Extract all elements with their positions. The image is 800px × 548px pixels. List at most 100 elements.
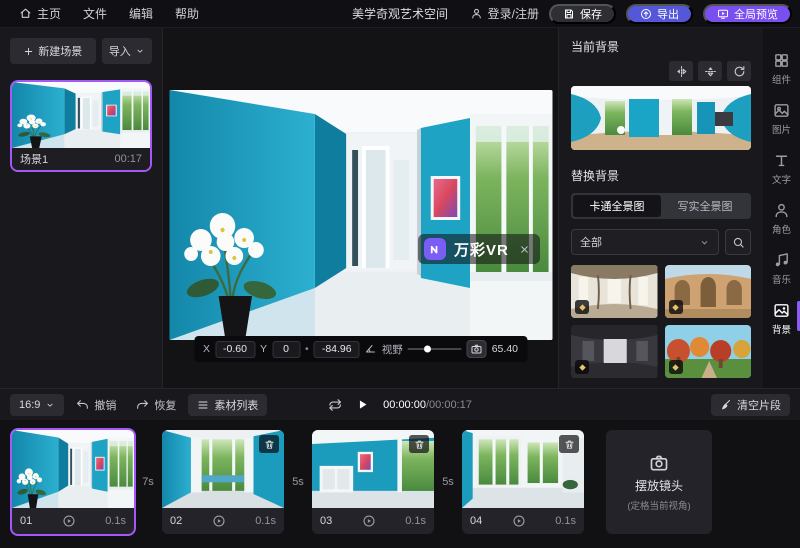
text-icon — [773, 152, 790, 169]
timeline-clip-3[interactable]: 03 0.1s — [312, 430, 434, 534]
place-camera-button[interactable]: 摆放镜头 (定格当前视角) — [606, 430, 712, 534]
chevron-down-icon — [699, 237, 710, 248]
clip-play-icon[interactable] — [212, 514, 226, 528]
clip-number: 04 — [470, 515, 482, 527]
scene-actions: 新建场景 导入 — [10, 38, 152, 64]
scene-card-selected[interactable]: 场景1 00:17 — [10, 80, 152, 172]
background-tabs: 卡通全景图 写实全景图 — [571, 193, 751, 219]
preview-label: 全局预览 — [734, 6, 778, 22]
clip-delete-button[interactable] — [259, 435, 279, 453]
redo-button[interactable]: 恢复 — [128, 394, 184, 416]
panorama-thumbnail-2[interactable] — [665, 265, 752, 318]
clear-clips-button[interactable]: 清空片段 — [711, 394, 790, 416]
slider-thumb[interactable] — [424, 346, 431, 353]
timeline-clip-4[interactable]: 04 0.1s — [462, 430, 584, 534]
time-current: 00:00:00 — [383, 399, 426, 411]
menu-file-label: 文件 — [83, 5, 107, 22]
clip-number: 02 — [170, 515, 182, 527]
sidebar-item-characters[interactable]: 角色 — [763, 194, 800, 244]
sidebar-item-text[interactable]: 文字 — [763, 144, 800, 194]
save-button[interactable]: 保存 — [549, 4, 616, 24]
scene-name: 场景1 — [20, 151, 48, 167]
export-label: 导出 — [657, 6, 679, 22]
undo-button[interactable]: 撤销 — [68, 394, 124, 416]
y-input[interactable] — [272, 341, 300, 358]
rotation-input[interactable] — [314, 341, 360, 358]
sidebar-item-music[interactable]: 音乐 — [763, 244, 800, 294]
timeline-track: 01 0.1s 7s 02 0.1s 5s 03 0.1s 5 — [0, 420, 800, 548]
clip-duration: 0.1s — [555, 515, 576, 527]
place-camera-sublabel: (定格当前视角) — [627, 498, 690, 512]
clip-duration: 0.1s — [405, 515, 426, 527]
search-icon — [732, 236, 745, 249]
menu-file[interactable]: 文件 — [72, 0, 118, 28]
rotate-button[interactable] — [727, 61, 751, 81]
playback-controls: 00:00:00/00:00:17 — [328, 398, 472, 412]
resource-badge — [575, 360, 589, 374]
login-button[interactable]: 登录/注册 — [470, 5, 539, 22]
loop-icon[interactable] — [328, 398, 342, 412]
aspect-ratio-button[interactable]: 16:9 — [10, 394, 64, 416]
panorama-library-grid — [571, 265, 751, 378]
resource-badge — [575, 300, 589, 314]
chevron-down-icon — [45, 400, 55, 410]
fov-slider[interactable] — [408, 340, 462, 358]
new-scene-button[interactable]: 新建场景 — [10, 38, 96, 64]
menu-help[interactable]: 帮助 — [164, 0, 210, 28]
background-icon — [773, 302, 790, 319]
materials-list-button[interactable]: 素材列表 — [188, 394, 267, 416]
wancai-logo-icon — [424, 238, 446, 260]
clip-play-icon[interactable] — [512, 514, 526, 528]
app-window: 主页 文件 编辑 帮助 美学奇观艺术空间 登录/注册 保存 导出 全局预览 — [0, 0, 800, 548]
sidebar-item-components[interactable]: 组件 — [763, 44, 800, 94]
tab-cartoon-panorama[interactable]: 卡通全景图 — [573, 195, 661, 217]
gem-icon — [671, 363, 680, 372]
timeline-clip-1[interactable]: 01 0.1s — [12, 430, 134, 534]
panorama-thumbnail-1[interactable] — [571, 265, 658, 318]
scene-duration: 00:17 — [114, 153, 142, 165]
sidebar-item-background[interactable]: 背景 — [763, 294, 800, 344]
snapshot-camera-button[interactable] — [467, 340, 487, 358]
tab-realistic-panorama[interactable]: 写实全景图 — [661, 195, 749, 217]
global-preview-button[interactable]: 全局预览 — [703, 4, 792, 24]
export-button[interactable]: 导出 — [626, 4, 693, 24]
clip-duration: 0.1s — [255, 515, 276, 527]
scene-thumbnail — [12, 82, 150, 148]
chevron-down-icon — [135, 46, 145, 56]
clip-play-icon[interactable] — [362, 514, 376, 528]
sidebar-item-label: 文字 — [772, 172, 791, 186]
x-input[interactable] — [215, 341, 255, 358]
scene-preview-viewport[interactable] — [169, 90, 552, 340]
background-tools — [571, 61, 751, 81]
clip-footer: 01 0.1s — [12, 508, 134, 534]
menu-home[interactable]: 主页 — [8, 0, 72, 28]
category-select[interactable]: 全部 — [571, 229, 719, 255]
clip-delete-button[interactable] — [409, 435, 429, 453]
flip-vertical-button[interactable] — [698, 61, 722, 81]
plus-icon — [23, 46, 34, 57]
panorama-thumbnail-4[interactable] — [665, 325, 752, 378]
trash-icon — [264, 439, 275, 450]
clip-gap-duration: 7s — [134, 476, 162, 488]
watermark-close-icon[interactable] — [519, 244, 530, 255]
image-icon — [773, 102, 790, 119]
project-title[interactable]: 美学奇观艺术空间 — [352, 5, 448, 22]
current-background-panorama[interactable] — [571, 86, 751, 150]
main-area: 新建场景 导入 场景1 00:17 — [0, 28, 800, 388]
sidebar-item-images[interactable]: 图片 — [763, 94, 800, 144]
clip-footer: 04 0.1s — [462, 508, 584, 534]
clip-play-icon[interactable] — [62, 514, 76, 528]
panorama-thumbnail-3[interactable] — [571, 325, 658, 378]
clip-delete-button[interactable] — [559, 435, 579, 453]
undo-icon — [76, 398, 89, 411]
play-button[interactable] — [356, 398, 369, 411]
timeline-clip-2[interactable]: 02 0.1s — [162, 430, 284, 534]
import-button[interactable]: 导入 — [102, 38, 152, 64]
menu-edit[interactable]: 编辑 — [118, 0, 164, 28]
sidebar-item-label: 图片 — [772, 122, 791, 136]
flip-horizontal-button[interactable] — [669, 61, 693, 81]
search-button[interactable] — [725, 229, 751, 255]
save-label: 保存 — [580, 6, 602, 22]
sidebar-item-label: 角色 — [772, 222, 791, 236]
x-label: X — [203, 343, 210, 355]
